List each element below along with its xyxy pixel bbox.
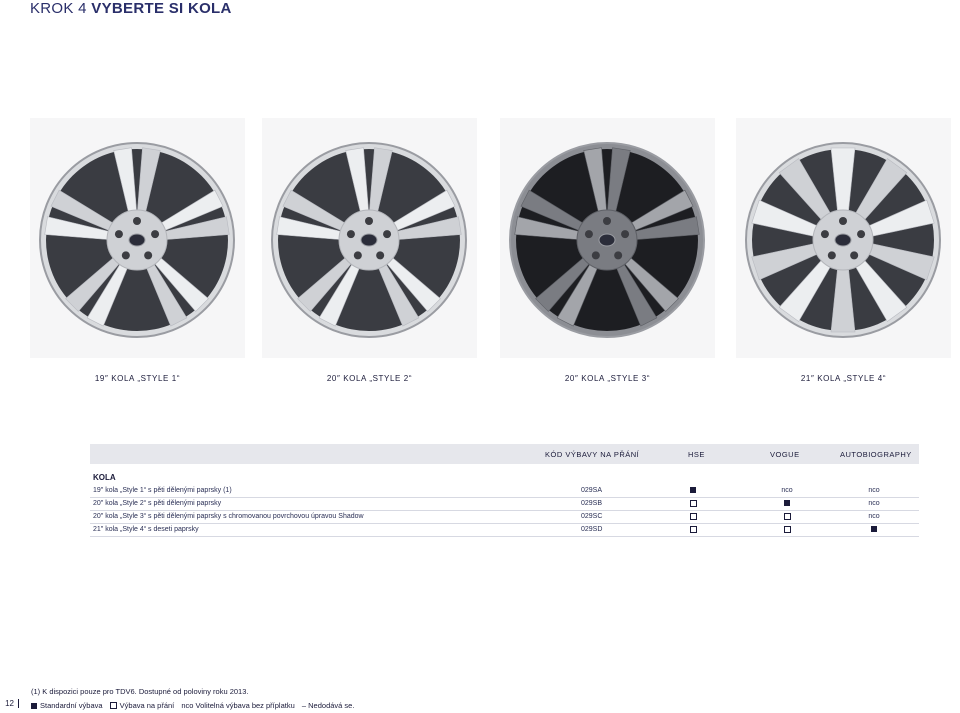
row-description: 20″ kola „Style 2“ s pěti dělenými paprs…: [93, 500, 222, 507]
cell-vogue: [767, 525, 807, 535]
cell-hse: [673, 486, 713, 495]
option-marker: [689, 513, 697, 520]
standard-marker: [784, 500, 790, 506]
legend-na-label: Nedodává se.: [308, 701, 355, 710]
table-section-title: KOLA: [93, 473, 116, 482]
page-title: KROK 4 VYBERTE SI KOLA: [30, 0, 232, 17]
row-code: 029SB: [581, 500, 603, 507]
legend-option: Výbava na přání: [109, 701, 175, 710]
option-marker: [783, 513, 791, 520]
row-description: 20″ kola „Style 3“ s pěti dělenými paprs…: [93, 513, 364, 520]
legend-standard: Standardní výbava: [31, 701, 103, 710]
standard-marker: [690, 487, 696, 493]
option-marker: [783, 526, 791, 533]
step-label: KROK 4: [30, 0, 87, 17]
footnote: (1) K dispozici pouze pro TDV6. Dostupné…: [31, 687, 249, 696]
table-row: 20″ kola „Style 3“ s pěti dělenými paprs…: [90, 510, 919, 524]
option-marker: [109, 702, 117, 709]
legend-nco: nco Volitelná výbava bez příplatku: [181, 701, 294, 710]
wheel-image-style-3: [500, 118, 715, 358]
legend-na-key: –: [301, 701, 307, 710]
legend-nco-key: nco: [181, 701, 194, 710]
cell-autobiography: nco: [868, 513, 880, 520]
cell-hse: [673, 499, 713, 509]
cell-vogue: [767, 512, 807, 522]
legend-na: – Nedodává se.: [302, 701, 355, 710]
row-code: 029SC: [581, 513, 603, 520]
column-header-autobiography: AUTOBIOGRAPHY: [840, 450, 912, 459]
wheel-caption-style-4: 21″ KOLA „STYLE 4“: [800, 374, 887, 383]
wheel-image-style-4: [736, 118, 951, 358]
table-row: 21″ kola „Style 4“ s deseti paprsky 029S…: [90, 523, 919, 537]
row-code: 029SD: [581, 526, 603, 533]
column-header-hse: HSE: [688, 450, 705, 459]
table-row: 19″ kola „Style 1“ s pěti dělenými paprs…: [90, 484, 919, 498]
column-header-vogue: VOGUE: [770, 450, 800, 459]
row-description: 19″ kola „Style 1“ s pěti dělenými paprs…: [93, 487, 232, 494]
table-row: 20″ kola „Style 2“ s pěti dělenými paprs…: [90, 497, 919, 511]
standard-marker: [31, 703, 37, 709]
cell-autobiography: nco: [868, 487, 880, 494]
option-marker: [689, 500, 697, 507]
row-code: 029SA: [581, 487, 603, 494]
table-header: KÓD VÝBAVY NA PŘÁNÍ HSE VOGUE AUTOBIOGRA…: [90, 444, 919, 464]
cell-vogue: [767, 499, 807, 508]
title-text: VYBERTE SI KOLA: [91, 0, 232, 17]
legend: Standardní výbava Výbava na přání nco Vo…: [31, 701, 359, 710]
page-number: 12: [0, 699, 19, 708]
cell-autobiography: nco: [868, 500, 880, 507]
column-header-code: KÓD VÝBAVY NA PŘÁNÍ: [545, 450, 640, 459]
wheel-caption-style-1: 19″ KOLA „STYLE 1“: [94, 374, 181, 383]
wheel-caption-style-3: 20″ KOLA „STYLE 3“: [564, 374, 651, 383]
standard-marker: [871, 526, 877, 532]
cell-vogue: nco: [781, 487, 793, 494]
option-marker: [689, 526, 697, 533]
legend-standard-label: Standardní výbava: [40, 701, 103, 710]
legend-option-label: Výbava na přání: [119, 701, 175, 710]
wheel-image-style-1: [30, 118, 245, 358]
legend-nco-label: Volitelná výbava bez příplatku: [195, 701, 295, 710]
cell-autobiography: [854, 525, 894, 534]
wheel-image-style-2: [262, 118, 477, 358]
row-description: 21″ kola „Style 4“ s deseti paprsky: [93, 526, 199, 533]
cell-hse: [673, 512, 713, 522]
wheel-caption-style-2: 20″ KOLA „STYLE 2“: [326, 374, 413, 383]
cell-hse: [673, 525, 713, 535]
